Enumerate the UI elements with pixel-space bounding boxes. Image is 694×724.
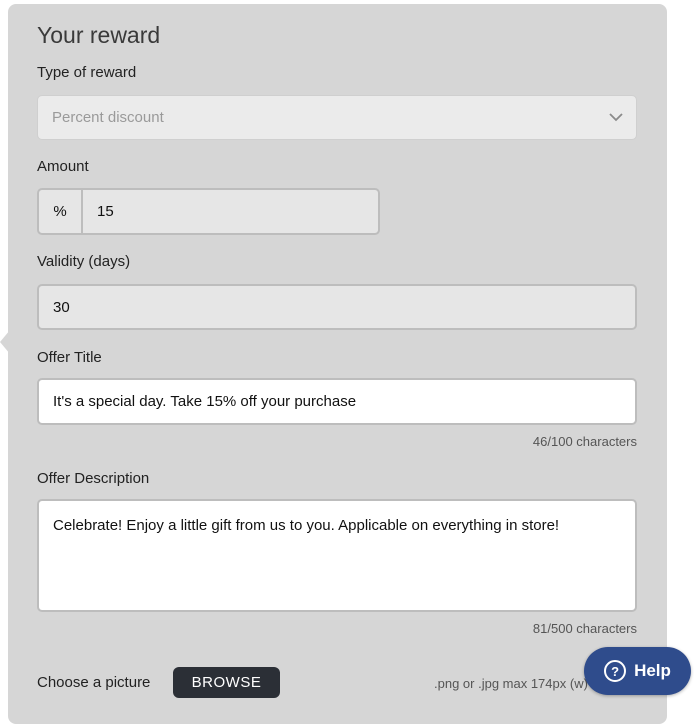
amount-field[interactable]: % 15 — [37, 188, 380, 235]
offer-description-counter: 81/500 characters — [532, 621, 637, 636]
browse-button[interactable]: BROWSE — [173, 667, 280, 698]
card-pointer — [0, 330, 10, 354]
chevron-down-icon — [609, 113, 623, 122]
offer-description-textarea[interactable]: Celebrate! Enjoy a little gift from us t… — [37, 499, 637, 612]
offer-description-value: Celebrate! Enjoy a little gift from us t… — [53, 517, 560, 534]
offer-title-value: It's a special day. Take 15% off your pu… — [53, 393, 357, 410]
choose-picture-label: Choose a picture — [37, 674, 151, 691]
section-title: Your reward — [37, 22, 161, 48]
reward-type-select[interactable]: Percent discount — [37, 95, 637, 140]
validity-value: 30 — [53, 298, 70, 316]
help-label: Help — [634, 661, 671, 680]
help-button[interactable]: ? Help — [584, 647, 691, 695]
amount-value: 15 — [97, 203, 114, 220]
picture-format-hint: .png or .jpg max 174px (w) x — [434, 676, 599, 691]
reward-type-label: Type of reward — [37, 64, 137, 81]
amount-label: Amount — [37, 158, 89, 175]
offer-title-label: Offer Title — [37, 349, 102, 366]
question-circle-icon: ? — [604, 660, 627, 682]
percent-prefix: % — [39, 190, 83, 233]
offer-title-counter: 46/100 characters — [532, 434, 637, 449]
validity-label: Validity (days) — [37, 253, 131, 270]
offer-description-label: Offer Description — [37, 470, 150, 487]
validity-field[interactable]: 30 — [37, 284, 637, 330]
offer-title-input[interactable]: It's a special day. Take 15% off your pu… — [37, 378, 637, 425]
reward-type-value: Percent discount — [52, 109, 164, 126]
